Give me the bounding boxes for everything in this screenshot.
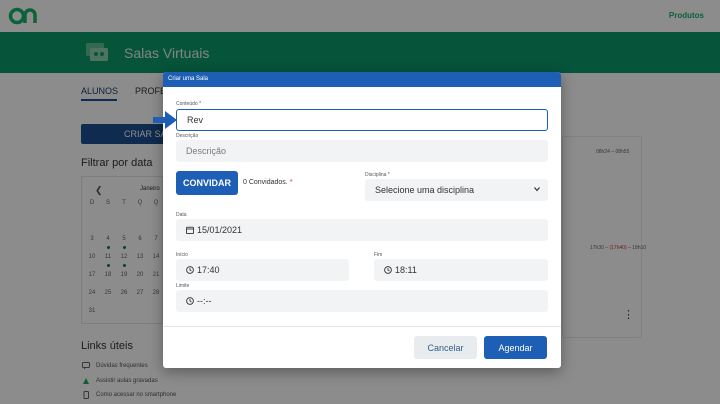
end-time-input[interactable]: 18:11 <box>374 259 548 281</box>
create-room-dialog: Criar uma Sala Conteúdo * Rev Descrição … <box>163 72 561 368</box>
content-label: Conteúdo * <box>176 101 202 107</box>
chevron-down-icon <box>534 187 540 192</box>
invite-button[interactable]: CONVIDAR <box>176 171 238 195</box>
invited-count: 0 Convidados. * <box>243 179 293 186</box>
cancel-button[interactable]: Cancelar <box>414 336 477 359</box>
clock-icon <box>186 297 194 305</box>
clock-icon <box>186 266 194 274</box>
limit-label: Limite <box>176 283 190 289</box>
end-label: Fim <box>374 252 383 258</box>
description-input[interactable]: Descrição <box>176 140 548 162</box>
limit-time-input[interactable]: --:-- <box>176 290 548 312</box>
schedule-button[interactable]: Agendar <box>484 336 547 359</box>
date-input[interactable]: 15/01/2021 <box>176 219 548 241</box>
pointer-arrow-icon <box>153 111 177 129</box>
start-time-input[interactable]: 17:40 <box>176 259 349 281</box>
dialog-title: Criar uma Sala <box>163 72 561 87</box>
date-label: Data <box>176 212 187 218</box>
start-label: Início <box>176 252 188 258</box>
clock-icon <box>384 266 392 274</box>
content-input[interactable]: Rev <box>176 109 548 131</box>
subject-label: Disciplina * <box>365 172 390 178</box>
description-label: Descrição <box>176 133 199 139</box>
dialog-divider <box>163 326 561 327</box>
subject-select[interactable]: Selecione uma disciplina <box>365 179 548 201</box>
calendar-icon <box>186 226 194 234</box>
